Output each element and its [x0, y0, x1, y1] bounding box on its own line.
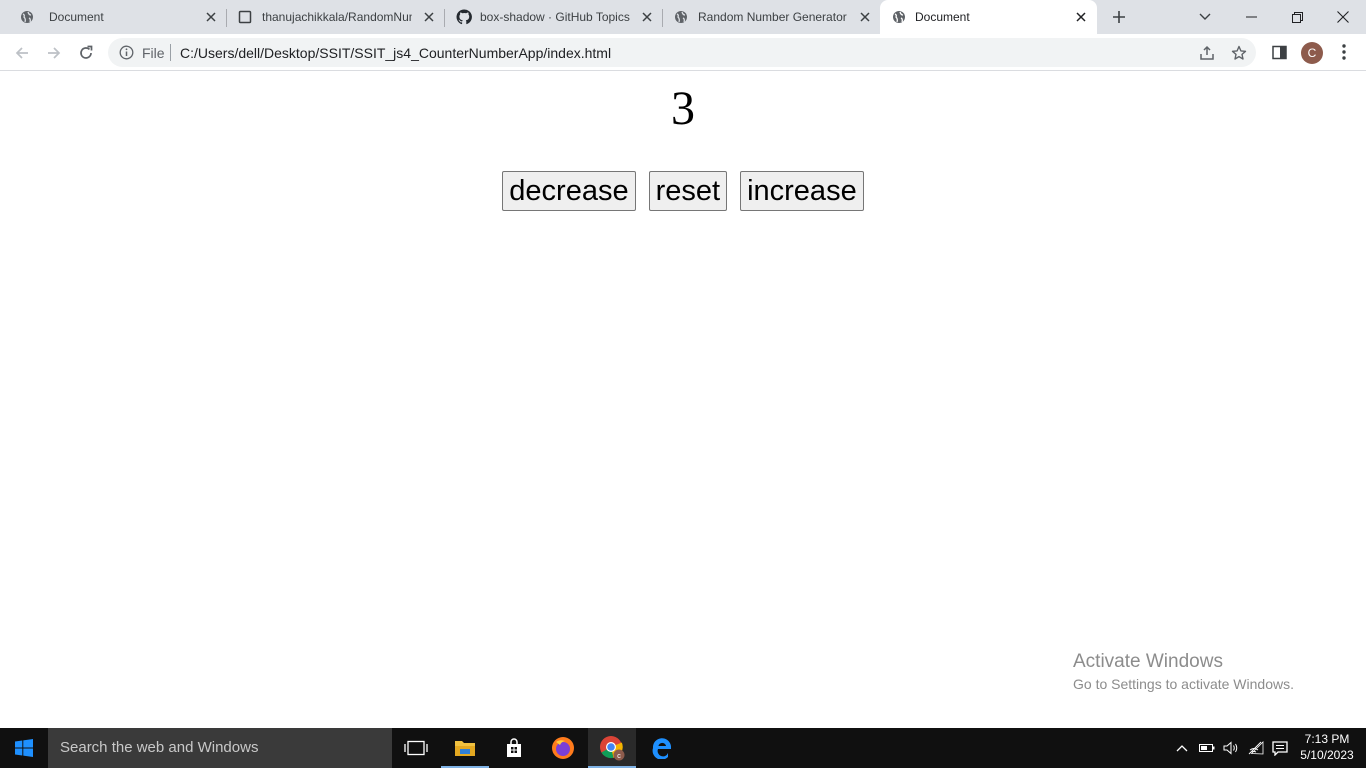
- minimize-button[interactable]: [1228, 0, 1274, 34]
- volume-button[interactable]: [1221, 728, 1241, 768]
- side-panel-icon: [1271, 45, 1287, 59]
- tab-document-active[interactable]: Document: [880, 0, 1097, 34]
- star-icon: [1231, 45, 1247, 60]
- speaker-icon: [1223, 741, 1237, 755]
- back-button[interactable]: [9, 40, 35, 66]
- store-app[interactable]: [490, 728, 538, 768]
- chrome-profile-badge: c: [617, 751, 621, 760]
- github-icon: [456, 9, 472, 25]
- edge-app[interactable]: [638, 728, 686, 768]
- tab-title: Document: [915, 10, 970, 24]
- tab-strip: Document thanujachikkala/RandomNum box-s…: [0, 0, 1366, 34]
- close-window-button[interactable]: [1320, 0, 1366, 34]
- close-tab-icon[interactable]: [1073, 9, 1089, 25]
- tab-title: box-shadow · GitHub Topics: [480, 10, 630, 24]
- decrease-button[interactable]: decrease: [502, 171, 636, 211]
- plus-icon: [1113, 11, 1125, 23]
- show-hidden-icons-button[interactable]: [1172, 728, 1192, 768]
- chevron-down-icon: [1199, 13, 1211, 20]
- forward-button[interactable]: [41, 40, 67, 66]
- arrow-left-icon: [15, 47, 28, 59]
- action-center-button[interactable]: [1269, 728, 1291, 768]
- share-icon: [1200, 45, 1214, 60]
- clock-time: 7:13 PM: [1304, 732, 1350, 746]
- page-icon: [238, 10, 252, 24]
- task-view-button[interactable]: [392, 728, 440, 768]
- reset-button[interactable]: reset: [648, 171, 728, 211]
- firefox-icon: [552, 737, 574, 759]
- wifi-icon: [1248, 741, 1264, 755]
- windows-logo-icon: [15, 739, 33, 757]
- scheme-label: File: [142, 45, 165, 61]
- tab-title: thanujachikkala/RandomNum: [262, 10, 412, 24]
- info-icon[interactable]: [119, 45, 134, 60]
- increase-button[interactable]: increase: [740, 171, 864, 211]
- restore-button[interactable]: [1274, 0, 1320, 34]
- omnibox-divider: [170, 44, 171, 61]
- profile-avatar[interactable]: C: [1301, 42, 1323, 64]
- tab-document-1[interactable]: Document: [8, 0, 227, 34]
- close-icon: [1337, 11, 1349, 23]
- watermark-subtitle: Go to Settings to activate Windows.: [1073, 676, 1294, 692]
- new-tab-button[interactable]: [1107, 5, 1131, 29]
- page-content: 3 decrease reset increase Activate Windo…: [0, 71, 1366, 728]
- watermark-title: Activate Windows: [1073, 651, 1223, 672]
- address-bar[interactable]: File C:/Users/dell/Desktop/SSIT/SSIT_js4…: [108, 38, 1256, 67]
- close-tab-icon[interactable]: [203, 9, 219, 25]
- close-tab-icon[interactable]: [639, 9, 655, 25]
- tab-title: Random Number Generator: [698, 10, 847, 24]
- tab-github-topics[interactable]: box-shadow · GitHub Topics: [444, 0, 663, 34]
- minimize-icon: [1245, 16, 1257, 18]
- reload-icon: [80, 45, 93, 59]
- arrow-right-icon: [48, 47, 61, 59]
- firefox-app[interactable]: [539, 728, 587, 768]
- globe-icon: [675, 11, 687, 23]
- battery-button[interactable]: [1197, 728, 1217, 768]
- share-button[interactable]: [1198, 44, 1216, 62]
- search-placeholder: Search the web and Windows: [60, 739, 259, 756]
- edge-icon: [652, 738, 671, 759]
- counter-value: 3: [671, 82, 695, 135]
- reload-button[interactable]: [73, 40, 99, 66]
- bookmark-button[interactable]: [1230, 44, 1248, 62]
- taskbar-search-box[interactable]: Search the web and Windows: [48, 728, 392, 768]
- side-panel-button[interactable]: [1269, 42, 1289, 62]
- profile-initial: C: [1307, 46, 1317, 60]
- file-explorer-app[interactable]: [441, 728, 489, 768]
- tab-github-repo[interactable]: thanujachikkala/RandomNum: [226, 0, 445, 34]
- notification-icon: [1272, 740, 1288, 756]
- clock-date: 5/10/2023: [1300, 748, 1354, 762]
- browser-toolbar: File C:/Users/dell/Desktop/SSIT/SSIT_js4…: [0, 34, 1366, 71]
- close-tab-icon[interactable]: [857, 9, 873, 25]
- tab-random-number-generator[interactable]: Random Number Generator: [662, 0, 880, 34]
- chrome-menu-button[interactable]: [1334, 42, 1354, 62]
- chevron-up-icon: [1176, 745, 1188, 752]
- globe-icon: [893, 11, 905, 23]
- store-icon: [507, 738, 521, 757]
- tab-search-button[interactable]: [1182, 0, 1228, 34]
- battery-icon: [1199, 744, 1215, 752]
- taskbar-clock[interactable]: 7:13 PM 5/10/2023: [1296, 731, 1358, 763]
- start-button[interactable]: [0, 728, 48, 768]
- windows-taskbar: Search the web and Windows c 7:13 PM 5/1…: [0, 728, 1366, 768]
- close-tab-icon[interactable]: [421, 9, 437, 25]
- more-vertical-icon: [1342, 44, 1346, 60]
- network-button[interactable]: [1246, 728, 1266, 768]
- restore-icon: [1291, 11, 1303, 23]
- tab-title: Document: [49, 10, 104, 24]
- chrome-app[interactable]: c: [588, 728, 636, 768]
- activate-windows-watermark: Activate Windows Go to Settings to activ…: [1073, 651, 1294, 694]
- folder-icon: [455, 741, 475, 756]
- task-view-icon: [404, 740, 428, 756]
- globe-icon: [21, 11, 33, 23]
- url-text[interactable]: C:/Users/dell/Desktop/SSIT/SSIT_js4_Coun…: [180, 46, 611, 60]
- counter-buttons: decrease reset increase: [0, 171, 1366, 211]
- chrome-icon: c: [600, 736, 625, 761]
